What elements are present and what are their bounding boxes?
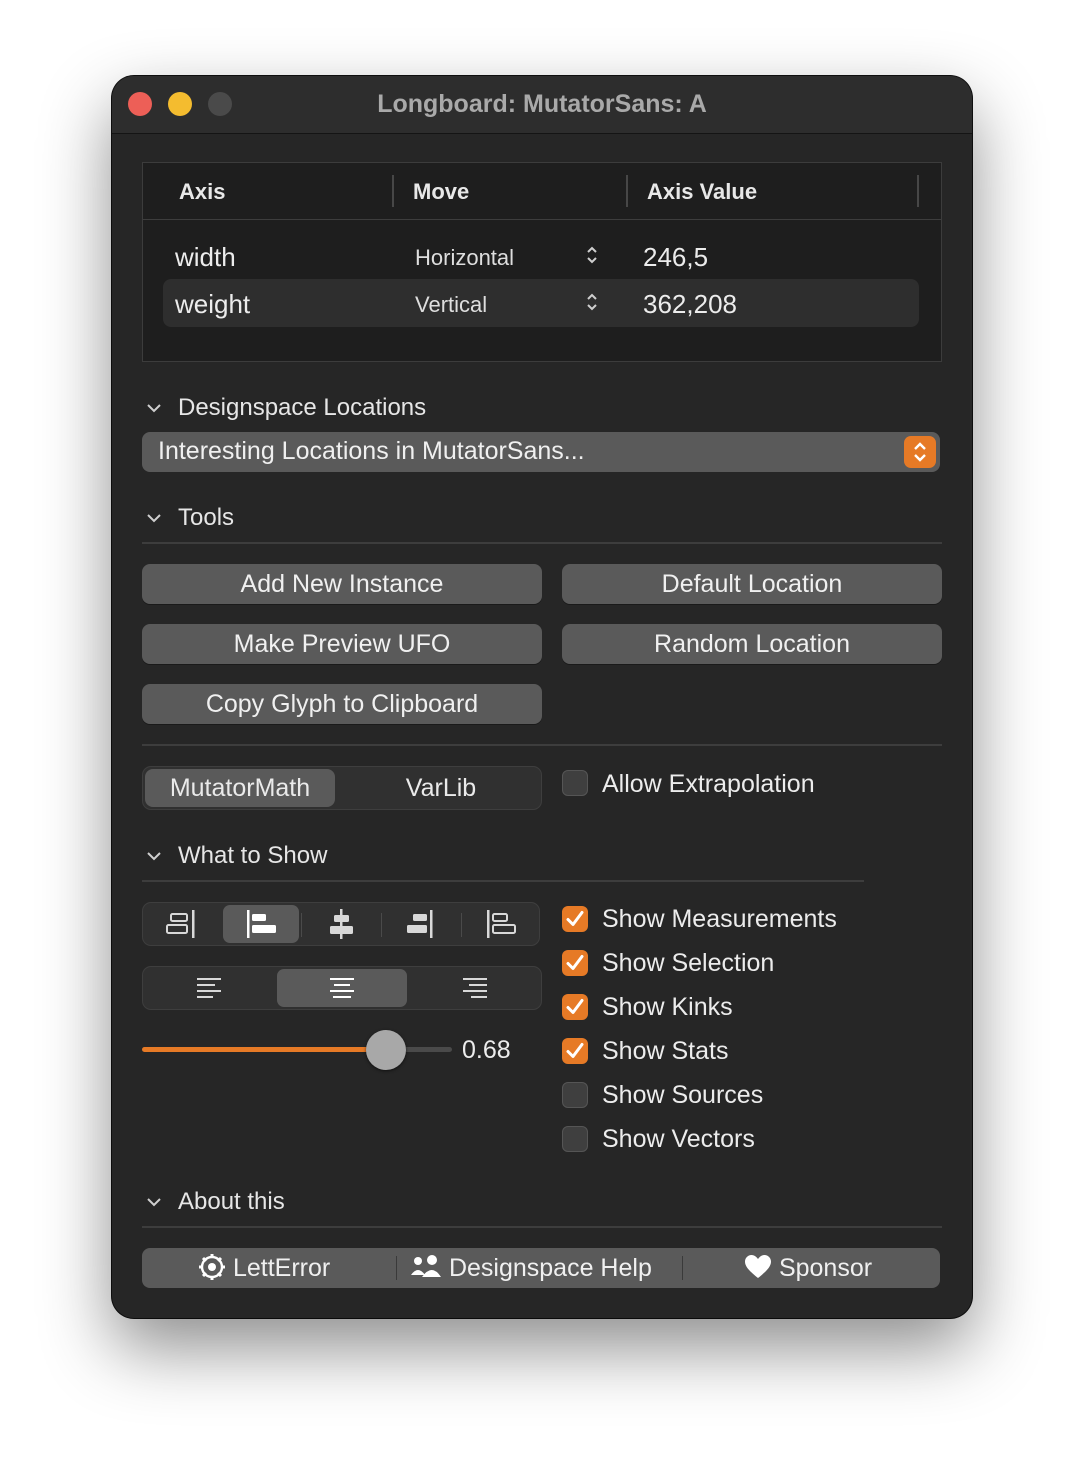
text-alignment-segmented-control: [142, 966, 542, 1010]
slider-track-filled[interactable]: [142, 1047, 392, 1052]
show-option-checkbox[interactable]: [562, 1038, 588, 1064]
designspace-locations-disclosure[interactable]: Designspace Locations: [142, 394, 542, 426]
make-preview-ufo-button[interactable]: Make Preview UFO: [142, 624, 542, 664]
checkmark-icon: [566, 911, 584, 926]
section-header-label: Designspace Locations: [178, 394, 427, 421]
tools-disclosure[interactable]: Tools: [142, 504, 442, 536]
about-links-bar: LettError Designspace Help Sponsor: [142, 1248, 940, 1288]
chevron-down-icon: [147, 404, 161, 413]
divider: [142, 1226, 942, 1228]
text-align-left-icon[interactable]: [145, 969, 273, 1007]
table-header: Axis Move Axis Value: [143, 163, 941, 220]
up-down-chevron-icon[interactable]: [585, 291, 599, 313]
about-this-disclosure[interactable]: About this: [142, 1188, 442, 1220]
table-row[interactable]: weight Vertical 362,208: [163, 279, 919, 327]
popup-arrows-button[interactable]: [904, 436, 936, 468]
allow-extrapolation-label[interactable]: Allow Extrapolation: [602, 770, 815, 799]
show-option-label[interactable]: Show Stats: [602, 1037, 728, 1066]
column-divider[interactable]: [626, 175, 628, 207]
column-header-axis[interactable]: Axis: [179, 179, 225, 205]
checkmark-icon: [566, 1043, 584, 1058]
divider: [142, 542, 942, 544]
column-header-axis-value[interactable]: Axis Value: [647, 179, 757, 205]
slider-knob[interactable]: [366, 1030, 406, 1070]
show-option-label[interactable]: Show Kinks: [602, 993, 733, 1022]
show-option-checkbox[interactable]: [562, 950, 588, 976]
align-right-bars-icon[interactable]: [145, 905, 221, 943]
chevron-down-icon: [147, 852, 161, 861]
people-icon: [411, 1255, 441, 1277]
column-header-move[interactable]: Move: [413, 179, 469, 205]
text-align-center-icon[interactable]: [277, 969, 407, 1007]
move-popup-cell[interactable]: Horizontal: [415, 245, 514, 271]
letterror-link[interactable]: LettError: [198, 1248, 330, 1288]
gear-icon: [199, 1254, 225, 1280]
axis-name-cell: weight: [175, 289, 251, 319]
show-option-label[interactable]: Show Measurements: [602, 905, 837, 934]
show-option-checkbox[interactable]: [562, 1082, 588, 1108]
default-location-button[interactable]: Default Location: [562, 564, 942, 604]
sponsor-label: Sponsor: [778, 1254, 873, 1282]
axis-name-cell: width: [175, 242, 236, 272]
show-option-checkbox[interactable]: [562, 906, 588, 932]
divider: [142, 744, 942, 746]
text-align-right-icon[interactable]: [411, 969, 539, 1007]
divider: [142, 880, 864, 882]
segment-divider: [682, 1256, 683, 1280]
checkmark-icon: [566, 999, 584, 1014]
section-header-label: Tools: [178, 504, 235, 531]
popup-selected-value: Interesting Locations in MutatorSans...: [158, 437, 585, 465]
axis-value-cell: 362,208: [643, 289, 737, 319]
copy-glyph-to-clipboard-button[interactable]: Copy Glyph to Clipboard: [142, 684, 542, 724]
designspace-help-link[interactable]: Designspace Help: [410, 1248, 652, 1288]
letterror-label: LettError: [232, 1254, 331, 1282]
math-engine-segmented-control: MutatorMath VarLib: [142, 766, 542, 810]
sponsor-link[interactable]: Sponsor: [744, 1248, 872, 1288]
align-left-outline-icon[interactable]: [463, 905, 537, 943]
designspace-locations-popup[interactable]: Interesting Locations in MutatorSans...: [142, 432, 940, 472]
longboard-window: Longboard: MutatorSans: A Axis Move Axis…: [112, 76, 972, 1318]
show-option-label[interactable]: Show Sources: [602, 1081, 763, 1110]
segment-mutatormath[interactable]: MutatorMath: [145, 769, 335, 807]
section-header-label: What to Show: [178, 842, 328, 869]
segment-divider: [461, 913, 462, 937]
align-right-filled-icon[interactable]: [383, 905, 459, 943]
segment-divider: [381, 913, 382, 937]
chevron-down-icon: [147, 514, 161, 523]
what-to-show-disclosure[interactable]: What to Show: [142, 842, 442, 874]
designspace-help-label: Designspace Help: [448, 1254, 652, 1282]
slider-value: 0.68: [462, 1036, 511, 1064]
random-location-button[interactable]: Random Location: [562, 624, 942, 664]
axes-table: Axis Move Axis Value width Horizontal 24…: [142, 162, 942, 362]
heart-icon: [745, 1255, 771, 1278]
up-down-chevron-icon[interactable]: [585, 244, 599, 266]
show-option-checkbox[interactable]: [562, 994, 588, 1020]
up-down-chevron-icon: [914, 442, 926, 462]
allow-extrapolation-checkbox[interactable]: [562, 770, 588, 796]
show-option-label[interactable]: Show Vectors: [602, 1125, 755, 1154]
glyph-alignment-segmented-control: [142, 902, 540, 946]
show-option-label[interactable]: Show Selection: [602, 949, 774, 978]
align-left-bars-icon[interactable]: [223, 905, 299, 943]
column-divider[interactable]: [392, 175, 394, 207]
add-new-instance-button[interactable]: Add New Instance: [142, 564, 542, 604]
segment-divider: [301, 913, 302, 937]
checkmark-icon: [566, 955, 584, 970]
window-title: Longboard: MutatorSans: A: [377, 90, 707, 118]
show-option-checkbox[interactable]: [562, 1126, 588, 1152]
move-popup-cell[interactable]: Vertical: [415, 292, 487, 318]
section-header-label: About this: [178, 1188, 285, 1215]
column-divider[interactable]: [917, 175, 919, 207]
segment-divider: [396, 1256, 397, 1280]
segment-varlib[interactable]: VarLib: [343, 767, 539, 809]
align-center-bars-icon[interactable]: [303, 905, 379, 943]
chevron-down-icon: [147, 1198, 161, 1207]
axis-value-cell: 246,5: [643, 242, 709, 272]
table-row[interactable]: width Horizontal 246,5: [163, 232, 919, 280]
title-bar: Longboard: MutatorSans: A: [112, 76, 972, 134]
